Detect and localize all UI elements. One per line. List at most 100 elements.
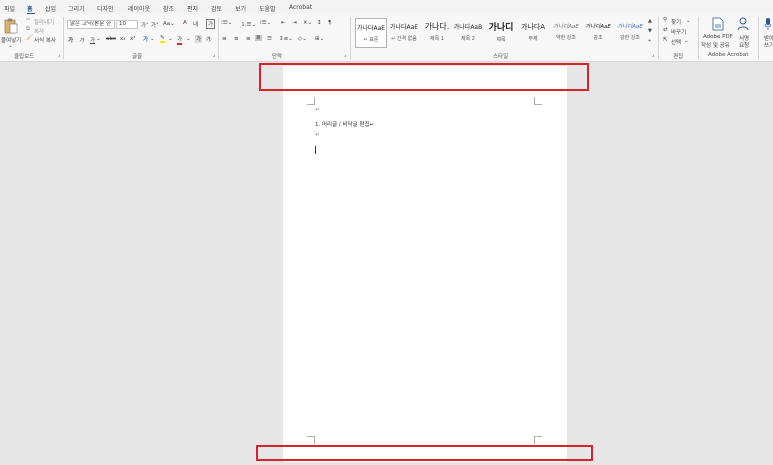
font-color-icon[interactable]: 가: [177, 35, 183, 45]
justify-icon[interactable]: ≣: [255, 35, 262, 41]
font-color-dropdown-arrow[interactable]: ⌄: [186, 36, 191, 42]
style-sample: 가나다AaE: [617, 24, 643, 30]
margin-mark-bottom-right: [534, 436, 542, 444]
margin-mark-bottom-left: [307, 436, 315, 444]
align-right-icon[interactable]: ≡: [246, 36, 251, 42]
distributed-icon[interactable]: ☰: [267, 36, 272, 42]
align-left-icon[interactable]: ≡: [222, 36, 227, 42]
find-button[interactable]: 찾기: [671, 18, 681, 26]
styles-more-icon[interactable]: ⩡: [648, 38, 651, 44]
style-subtle-emphasis[interactable]: 가나다AaE 약한 강조: [550, 18, 582, 48]
select-button[interactable]: 선택: [671, 38, 681, 46]
tab-layout[interactable]: 레이아웃: [128, 4, 150, 13]
paragraph-launcher-icon[interactable]: ⌟: [344, 52, 346, 58]
paste-dropdown-arrow[interactable]: ⌄: [8, 43, 13, 49]
find-icon[interactable]: ⚲: [663, 17, 667, 23]
request-signature-icon[interactable]: [737, 17, 749, 31]
clipboard-launcher-icon[interactable]: ⌟: [58, 52, 60, 58]
phonetic-guide-icon[interactable]: 내: [193, 20, 198, 28]
multilevel-list-icon[interactable]: ⁞☰⌄: [260, 20, 271, 26]
tab-design[interactable]: 디자인: [97, 4, 114, 13]
tab-draw[interactable]: 그리기: [68, 4, 85, 13]
underline-dropdown-arrow[interactable]: ⌄: [96, 36, 101, 42]
copy-icon[interactable]: ⧉: [26, 26, 30, 33]
decrease-indent-icon[interactable]: ⇤: [281, 20, 286, 26]
font-size-dropdown[interactable]: 10: [116, 20, 138, 29]
tab-acrobat[interactable]: Acrobat: [289, 4, 312, 11]
font-launcher-icon[interactable]: ⌟: [213, 52, 215, 58]
tab-references[interactable]: 참조: [163, 4, 174, 13]
request-signature-line2[interactable]: 요청: [739, 41, 749, 49]
text-effects-dropdown-arrow[interactable]: ⌄: [150, 36, 155, 42]
tab-home[interactable]: 홈: [27, 4, 33, 13]
style-emphasis[interactable]: 가나다AaE 강조: [582, 18, 614, 48]
sort-icon[interactable]: ↕: [317, 20, 322, 26]
replace-icon[interactable]: ⇄: [663, 27, 668, 33]
enclose-characters-icon[interactable]: ㉮: [206, 35, 212, 43]
select-icon[interactable]: ⇱: [663, 37, 668, 43]
subscript-icon[interactable]: x₂: [120, 36, 125, 42]
tab-insert[interactable]: 삽입: [45, 4, 56, 13]
show-formatting-marks-icon[interactable]: ¶: [328, 20, 332, 26]
style-title[interactable]: 가나디 제목: [485, 18, 517, 48]
styles-launcher-icon[interactable]: ⌟: [652, 52, 654, 58]
document-text-line[interactable]: 1. 머리글 / 바닥글 편집↵: [315, 120, 374, 128]
styles-scroll-down-icon[interactable]: ▼: [648, 28, 652, 34]
format-painter-button[interactable]: 서식 복사: [34, 36, 56, 44]
styles-scroll-up-icon[interactable]: ▲: [648, 18, 652, 24]
style-normal[interactable]: 가나다AaE ↵ 표준: [355, 18, 387, 48]
format-painter-icon[interactable]: 🖌: [26, 35, 33, 41]
select-dropdown-arrow[interactable]: ⌄: [684, 38, 689, 44]
style-heading-2[interactable]: 가나다AaB 제목 2: [452, 18, 484, 48]
group-divider: [658, 17, 659, 59]
replace-button[interactable]: 바꾸기: [671, 28, 686, 36]
create-pdf-button-line1[interactable]: Adobe PDF: [703, 34, 733, 40]
change-case-icon[interactable]: Aa⌄: [163, 21, 175, 27]
increase-indent-icon[interactable]: ⇥: [292, 20, 297, 26]
style-intense-emphasis[interactable]: 가나다AaE 강한 강조: [614, 18, 646, 48]
dictate-button-line2[interactable]: 쓰기: [764, 41, 773, 49]
cut-button[interactable]: 잘라내기: [34, 18, 54, 26]
group-divider: [350, 17, 351, 59]
strikethrough-icon[interactable]: abc: [106, 36, 116, 42]
tab-mailings[interactable]: 편지: [187, 4, 198, 13]
style-label: 약한 강조: [556, 35, 576, 41]
style-subtitle[interactable]: 가나다A 부제: [517, 18, 549, 48]
character-shading-icon[interactable]: 가: [195, 35, 203, 43]
superscript-icon[interactable]: x²: [130, 36, 135, 42]
shrink-font-icon[interactable]: 가˅: [151, 21, 159, 29]
font-name-dropdown[interactable]: 맑은 고딕(본문 한: [67, 20, 115, 29]
create-pdf-button-line2[interactable]: 작성 및 공유: [701, 41, 730, 49]
tab-help[interactable]: 도움말: [259, 4, 276, 13]
copy-button[interactable]: 복사: [34, 27, 44, 35]
microphone-icon[interactable]: [764, 17, 772, 31]
paste-icon[interactable]: [4, 18, 18, 34]
style-label: ↵ 간격 없음: [391, 36, 417, 42]
bold-icon[interactable]: 가: [68, 36, 73, 44]
style-heading-1[interactable]: 가나다. 제목 1: [421, 18, 453, 48]
borders-icon[interactable]: ⊞⌄: [315, 36, 324, 42]
tab-review[interactable]: 검토: [211, 4, 222, 13]
align-center-icon[interactable]: ≡: [234, 36, 239, 42]
line-spacing-icon[interactable]: ↕≡⌄: [279, 36, 293, 42]
margin-mark-top-right: [534, 97, 542, 105]
clear-formatting-icon[interactable]: A̸: [183, 20, 187, 26]
cut-icon[interactable]: ✂: [26, 17, 31, 23]
numbering-icon[interactable]: ⒈☰⌄: [241, 20, 256, 28]
italic-icon[interactable]: 가: [79, 36, 84, 44]
grow-font-icon[interactable]: 가˄: [141, 21, 149, 29]
style-no-spacing[interactable]: 가나다AaE ↵ 간격 없음: [388, 18, 420, 48]
text-effects-icon[interactable]: 가: [143, 35, 148, 43]
tab-file[interactable]: 파일: [4, 4, 15, 13]
highlight-dropdown-arrow[interactable]: ⌄: [168, 36, 173, 42]
asian-layout-icon[interactable]: ✕⌄: [303, 20, 312, 26]
tab-view[interactable]: 보기: [235, 4, 246, 13]
bullets-icon[interactable]: ⁝☰⌄: [221, 20, 232, 26]
underline-icon[interactable]: 가: [90, 36, 95, 44]
character-border-icon[interactable]: 가: [206, 19, 216, 29]
style-label: 강한 강조: [620, 35, 640, 41]
find-dropdown-arrow[interactable]: ⌄: [686, 18, 691, 24]
highlight-color-icon[interactable]: ✎: [160, 35, 165, 43]
create-pdf-icon[interactable]: [712, 17, 724, 31]
shading-icon[interactable]: ◇⌄: [298, 36, 307, 42]
